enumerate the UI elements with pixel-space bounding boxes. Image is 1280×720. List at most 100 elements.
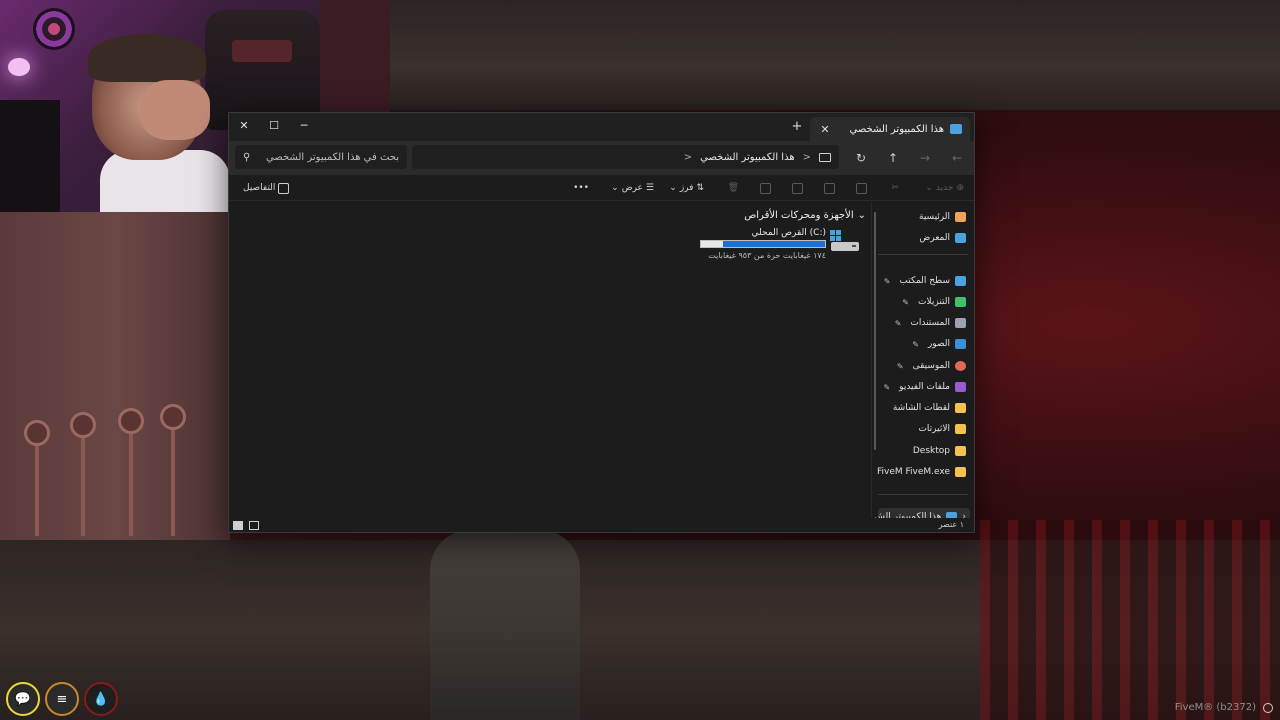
valve-4 bbox=[160, 404, 186, 430]
fivem-logo-icon bbox=[1263, 703, 1273, 713]
cut-icon: ✂ bbox=[891, 183, 899, 193]
sidebar-item-pictures[interactable]: الصور ✎ bbox=[912, 335, 966, 353]
chat-icon: 💬 bbox=[14, 691, 32, 707]
details-pane-icon bbox=[278, 182, 290, 194]
paste-button[interactable] bbox=[824, 180, 835, 196]
view-icon: ☰ bbox=[645, 183, 654, 193]
pictures-icon bbox=[955, 339, 966, 349]
sidebar-item-label: سطح المكتب bbox=[899, 276, 950, 286]
sidebar-item-screenshots[interactable]: لقطات الشاشة bbox=[893, 399, 966, 417]
new-icon: ⊕ bbox=[956, 183, 964, 193]
pin-icon: ✎ bbox=[894, 318, 902, 328]
sidebar-item-fivem[interactable]: FiveM FiveM.exe bbox=[877, 463, 966, 481]
drive-free-space: ١٧٤ غيغابايت حرة من ٩٥٣ غيغابايت bbox=[708, 251, 826, 260]
sidebar-item-label: المستندات bbox=[910, 318, 950, 328]
navigation-pane: الرئيسية المعرض سطح المكتب ✎ التنزيلات ✎… bbox=[871, 202, 974, 532]
sidebar-item-documents[interactable]: المستندات ✎ bbox=[895, 314, 966, 332]
hud-thirst: 💧 bbox=[84, 682, 118, 716]
sidebar-item-label: لقطات الشاشة bbox=[892, 403, 950, 413]
videos-icon bbox=[955, 382, 966, 392]
new-label: جديد bbox=[935, 183, 954, 193]
this-pc-icon bbox=[950, 124, 962, 134]
cut-button[interactable]: ✂ bbox=[891, 180, 899, 196]
trash-icon: 🗑 bbox=[727, 183, 739, 193]
sidebar-item-label: الموسيقى bbox=[912, 361, 950, 371]
new-tab-button[interactable]: + bbox=[789, 119, 805, 135]
hud-chat-button[interactable]: 💬 bbox=[6, 682, 40, 716]
streamer-hair bbox=[88, 34, 206, 82]
item-count: ١ عنصر bbox=[938, 520, 964, 529]
rename-button[interactable] bbox=[792, 180, 803, 196]
more-options-button[interactable]: ••• bbox=[573, 180, 589, 196]
back-arrow-icon[interactable]: ← bbox=[948, 150, 966, 166]
pin-icon: ✎ bbox=[883, 382, 891, 392]
sidebar-item-label: ملفات الفيديو bbox=[899, 382, 950, 392]
devices-group-header[interactable]: ⌄ الأجهزة ومحركات الأقراص bbox=[744, 210, 866, 221]
drive-usage-fill bbox=[723, 241, 825, 247]
burger-icon: ≡ bbox=[56, 691, 68, 707]
status-bar: ١ عنصر bbox=[229, 518, 974, 532]
breadcrumb-separator: > bbox=[802, 151, 811, 163]
view-button[interactable]: ☰ عرض ⌄ bbox=[611, 180, 654, 196]
pipe-4 bbox=[171, 430, 175, 536]
copy-icon bbox=[856, 182, 867, 194]
game-ceiling bbox=[390, 0, 1280, 110]
up-arrow-icon[interactable]: ↑ bbox=[884, 150, 902, 166]
address-bar[interactable]: > هذا الكمبيوتر الشخصي > bbox=[412, 145, 839, 169]
sidebar-item-desktop[interactable]: سطح المكتب ✎ bbox=[884, 272, 966, 290]
sidebar-item-label: الاثيرتات bbox=[918, 424, 950, 434]
pipe-2 bbox=[81, 438, 85, 536]
maximize-window-button[interactable]: ☐ bbox=[259, 115, 289, 137]
details-view-button[interactable] bbox=[249, 521, 259, 530]
close-window-button[interactable]: ✕ bbox=[229, 115, 259, 137]
tab-this-pc[interactable]: هذا الكمبيوتر الشخصي ✕ bbox=[810, 117, 970, 141]
sidebar-divider bbox=[878, 254, 968, 255]
water-drop-icon: 💧 bbox=[92, 691, 110, 707]
sort-button[interactable]: ⇅ فرز ⌄ bbox=[669, 180, 704, 196]
sidebar-item-label: الرئيسية bbox=[919, 212, 950, 222]
new-button[interactable]: ⊕ جديد ⌄ bbox=[925, 180, 964, 196]
monitor-icon bbox=[819, 152, 831, 162]
sidebar-item-label: التنزيلات bbox=[918, 297, 950, 307]
folder-icon bbox=[955, 467, 966, 477]
close-tab-button[interactable]: ✕ bbox=[818, 123, 832, 136]
pin-icon: ✎ bbox=[912, 339, 919, 349]
sidebar-scrollbar[interactable] bbox=[874, 212, 876, 450]
chevron-down-icon: ⌄ bbox=[669, 183, 677, 193]
file-explorer-window: ✕ ☐ ─ + هذا الكمبيوتر الشخصي ✕ ← → ↑ ↻ >… bbox=[228, 112, 975, 533]
sidebar-item-gallery[interactable]: المعرض bbox=[919, 229, 966, 247]
drive-c-tile[interactable]: القرص المحلي (C:) ١٧٤ غيغابايت حرة من ٩٥… bbox=[690, 228, 860, 262]
game-character bbox=[430, 530, 580, 720]
tiles-view-button[interactable] bbox=[233, 521, 243, 530]
streamer-hand bbox=[140, 80, 210, 140]
fivem-watermark: FiveM® (b2372) bbox=[1174, 702, 1256, 713]
folder-icon bbox=[955, 403, 966, 413]
search-input[interactable]: بحث في هذا الكمبيوتر الشخصي ⚲ bbox=[235, 145, 407, 169]
delete-button[interactable]: 🗑 bbox=[728, 180, 739, 196]
chevron-down-icon: ⌄ bbox=[925, 183, 933, 193]
sidebar-item-folder-2[interactable]: الاثيرتات bbox=[918, 420, 966, 438]
pin-icon: ✎ bbox=[902, 297, 909, 307]
sidebar-item-videos[interactable]: ملفات الفيديو ✎ bbox=[883, 378, 966, 396]
valve-1 bbox=[24, 420, 50, 446]
minimize-window-button[interactable]: ─ bbox=[289, 115, 319, 137]
pin-icon: ✎ bbox=[896, 361, 904, 371]
address-bar-row: ← → ↑ ↻ > هذا الكمبيوتر الشخصي > بحث في … bbox=[229, 141, 974, 175]
sidebar-item-music[interactable]: الموسيقى ✎ bbox=[897, 357, 966, 375]
command-bar: ⊕ جديد ⌄ ✂ 🗑 ⇅ فرز ⌄ ☰ عرض ⌄ ••• التفاصي… bbox=[229, 175, 974, 201]
dartboard bbox=[33, 8, 75, 50]
details-button[interactable]: التفاصيل bbox=[243, 180, 290, 196]
share-button[interactable] bbox=[760, 180, 771, 196]
breadcrumb-expand-chevron[interactable]: > bbox=[684, 152, 692, 163]
forward-arrow-icon[interactable]: → bbox=[916, 150, 934, 166]
sidebar-item-home[interactable]: الرئيسية bbox=[919, 208, 966, 226]
sidebar-item-desktop-folder[interactable]: Desktop bbox=[913, 442, 966, 460]
hard-drive-icon bbox=[830, 230, 859, 251]
view-label: عرض bbox=[621, 183, 643, 193]
paste-icon bbox=[824, 182, 835, 194]
sidebar-item-downloads[interactable]: التنزيلات ✎ bbox=[902, 293, 966, 311]
copy-button[interactable] bbox=[856, 180, 867, 196]
refresh-icon[interactable]: ↻ bbox=[852, 150, 870, 166]
breadcrumb-this-pc[interactable]: هذا الكمبيوتر الشخصي bbox=[700, 152, 795, 163]
sidebar-item-label: المعرض bbox=[919, 233, 950, 243]
